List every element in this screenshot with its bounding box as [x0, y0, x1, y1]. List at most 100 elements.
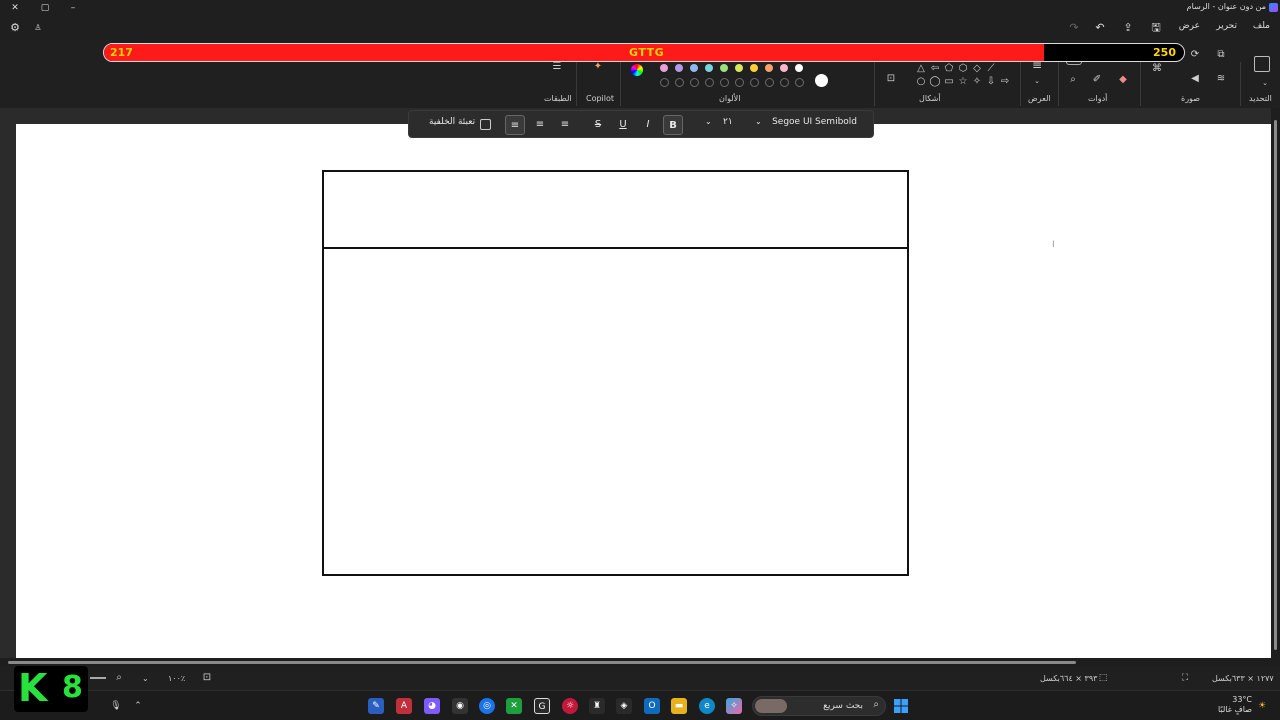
crop-icon[interactable]: ⧉ — [1214, 48, 1228, 62]
zoom-slider[interactable] — [90, 677, 106, 679]
taskbar-app-explorer-icon[interactable]: ▬ — [671, 698, 687, 714]
custom-color-slot[interactable] — [705, 78, 714, 87]
close-icon[interactable]: ✕ — [8, 1, 22, 15]
font-name-select[interactable]: Segoe UI Semibold — [772, 117, 857, 127]
custom-color-slot[interactable] — [720, 78, 729, 87]
color-swatch[interactable] — [780, 64, 788, 72]
shape-arrow-icon[interactable]: ⇦ — [928, 62, 942, 76]
taskbar-app-obs-icon[interactable]: ◉ — [452, 698, 468, 714]
align-right-icon[interactable]: ≡ — [555, 115, 575, 135]
drawn-divider-line[interactable] — [324, 247, 907, 249]
custom-color-slot[interactable] — [675, 78, 684, 87]
color-picker-icon[interactable]: ✐ — [1090, 73, 1104, 87]
color-swatch[interactable] — [675, 64, 683, 72]
undo-icon[interactable]: ↶ — [1092, 20, 1108, 36]
custom-color-slot[interactable] — [765, 78, 774, 87]
strikethrough-button[interactable]: S — [588, 115, 608, 135]
taskbar-app-copilot-icon[interactable]: ✧ — [726, 698, 742, 714]
bold-button[interactable]: B — [663, 115, 683, 135]
shape-arrow-down-icon[interactable]: ⇩ — [984, 75, 998, 89]
settings-icon[interactable]: ⚙ — [7, 20, 23, 36]
color-swatch[interactable] — [795, 64, 803, 72]
taskbar-app-outlook-icon[interactable]: O — [644, 698, 660, 714]
fill-background-checkbox[interactable] — [480, 119, 491, 130]
taskbar-app-unknown-icon[interactable]: ♜ — [589, 698, 605, 714]
taskbar-app-capcut-icon[interactable]: G — [534, 698, 550, 714]
color-swatch[interactable] — [705, 64, 713, 72]
save-icon[interactable]: 🖫 — [1148, 20, 1164, 36]
edit-colors-icon[interactable] — [631, 64, 643, 76]
taskbar-app-edge-icon[interactable]: e — [699, 698, 715, 714]
align-left-icon[interactable]: ≡ — [505, 115, 525, 135]
chevron-down-icon[interactable]: ⌄ — [705, 117, 712, 126]
chevron-down-icon[interactable]: ⌄ — [142, 674, 149, 683]
shape-line-icon[interactable]: ⟋ — [984, 62, 998, 76]
taskbar-app-vivaldi-icon[interactable]: ☼ — [562, 698, 578, 714]
resize-icon[interactable]: ≋ — [1214, 72, 1228, 86]
weather-widget[interactable]: 33°C صافٍ غالبًا — [1218, 695, 1252, 715]
custom-color-slot[interactable] — [750, 78, 759, 87]
underline-button[interactable]: U — [613, 115, 633, 135]
custom-color-slot[interactable] — [660, 78, 669, 87]
drawing-canvas[interactable]: I — [16, 124, 1272, 662]
microphone-icon[interactable]: 🎙 — [108, 698, 124, 714]
chevron-up-icon[interactable]: ⌃ — [130, 698, 146, 714]
flip-icon[interactable]: ◀ — [1188, 72, 1202, 86]
color-swatch[interactable] — [720, 64, 728, 72]
shape-style-icon[interactable]: ⊡ — [884, 72, 898, 86]
eraser-icon[interactable]: ◆ — [1116, 73, 1130, 87]
windows-start-icon[interactable] — [893, 698, 909, 714]
selection-tool-icon[interactable] — [1254, 56, 1270, 72]
color-swatch[interactable] — [660, 64, 668, 72]
color-swatch[interactable] — [750, 64, 758, 72]
rotate-icon[interactable]: ⟳ — [1188, 48, 1202, 62]
color-secondary-swatch[interactable] — [815, 74, 828, 87]
taskbar-app-unity-icon[interactable]: ◈ — [616, 698, 632, 714]
italic-button[interactable]: I — [638, 115, 658, 135]
magnifier-icon[interactable]: ⌕ — [1066, 73, 1080, 87]
chevron-down-icon[interactable]: ⌄ — [1258, 76, 1272, 90]
drawn-rectangle[interactable] — [322, 170, 909, 576]
shape-callout-icon[interactable]: ▭ — [942, 75, 956, 89]
taskbar-app-a-icon[interactable]: A — [396, 698, 412, 714]
maximize-icon[interactable]: ▢ — [38, 1, 52, 15]
shape-cloud-icon[interactable]: ◯ — [928, 75, 942, 89]
custom-color-slot[interactable] — [735, 78, 744, 87]
taskbar-search[interactable]: بحث سريع ⌕ — [752, 696, 886, 716]
zoom-in-icon[interactable]: ⌕ — [112, 671, 126, 685]
font-size-select[interactable]: ٢١ — [723, 117, 733, 127]
redo-icon[interactable]: ↷ — [1066, 20, 1082, 36]
shape-star-icon[interactable]: ☆ — [956, 75, 970, 89]
taskbar-app-discord-icon[interactable]: ◕ — [424, 698, 440, 714]
custom-color-slot[interactable] — [795, 78, 804, 87]
color-swatch[interactable] — [690, 64, 698, 72]
taskbar-app-paint-icon[interactable]: ✎ — [368, 698, 384, 714]
share-icon[interactable]: ⇪ — [1120, 20, 1136, 36]
shape-star4-icon[interactable]: ✧ — [970, 75, 984, 89]
copilot-icon[interactable]: ✦ — [591, 60, 605, 74]
image-select-icon[interactable]: ⌘ — [1150, 62, 1164, 76]
minimize-icon[interactable]: – — [66, 1, 80, 15]
color-swatch[interactable] — [765, 64, 773, 72]
taskbar-app-xbox-icon[interactable]: ✕ — [506, 698, 522, 714]
shape-ellipse-icon[interactable]: ○ — [914, 75, 928, 89]
vertical-scrollbar[interactable] — [1271, 108, 1280, 666]
menu-file[interactable]: ملف — [1253, 21, 1270, 31]
horizontal-scrollbar[interactable] — [0, 658, 1272, 666]
shape-triangle-icon[interactable]: △ — [914, 62, 928, 76]
chevron-down-icon[interactable]: ⌄ — [1030, 74, 1044, 88]
align-center-icon[interactable]: ≡ — [530, 115, 550, 135]
custom-color-slot[interactable] — [690, 78, 699, 87]
shape-hexagon-icon[interactable]: ⬡ — [956, 62, 970, 76]
fit-to-window-icon[interactable]: ⊡ — [200, 671, 214, 685]
chevron-down-icon[interactable]: ⌄ — [755, 117, 762, 126]
shape-pentagon-icon[interactable]: ⬠ — [942, 62, 956, 76]
account-icon[interactable]: ♙ — [30, 20, 46, 36]
menu-edit[interactable]: تحرير — [1216, 21, 1237, 31]
shape-diamond-icon[interactable]: ◇ — [970, 62, 984, 76]
color-swatch[interactable] — [735, 64, 743, 72]
menu-view[interactable]: عرض — [1179, 21, 1200, 31]
layers-icon[interactable]: ☰ — [550, 60, 564, 74]
taskbar-app-chrome-icon[interactable]: ◎ — [479, 698, 495, 714]
shape-more-icon[interactable]: ⇨ — [998, 75, 1012, 89]
